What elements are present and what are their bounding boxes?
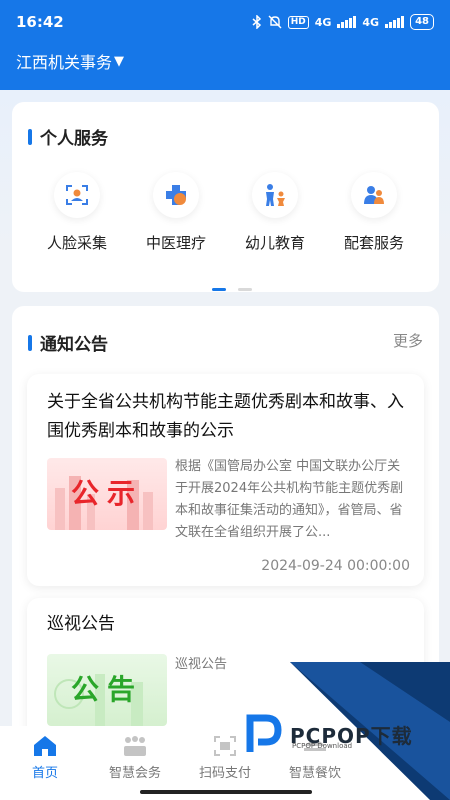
home-icon	[34, 736, 56, 756]
page-title: 江西机关事务	[16, 53, 113, 72]
service-label: 配套服务	[343, 234, 404, 252]
status-time: 16:42	[16, 13, 64, 31]
network-4g-2: 4G	[362, 15, 380, 29]
service-label: 幼儿教育	[244, 234, 305, 252]
more-link[interactable]: 更多	[393, 330, 423, 351]
service-label: 人脸采集	[46, 234, 107, 252]
tab-label: 智慧会务	[108, 766, 161, 781]
carousel-indicator[interactable]	[212, 288, 252, 291]
title-accent-bar	[28, 128, 32, 145]
face-scan-icon	[54, 172, 100, 218]
scan-icon	[214, 736, 236, 756]
section-title-text: 通知公告	[40, 335, 108, 355]
notice-title: 关于全省公共机构节能主题优秀剧本和故事、入围优秀剧本和故事的公示	[47, 392, 404, 441]
people-service-icon	[351, 172, 397, 218]
notice-title: 巡视公告	[47, 614, 115, 634]
meeting-icon	[124, 736, 146, 756]
mute-bell-icon	[268, 15, 282, 29]
notice-summary: 根据《国管局办公室 中国文联办公厅关于开展2024年公共机构节能主题优秀剧本和故…	[175, 459, 404, 540]
tab-label: 首页	[31, 766, 58, 781]
personal-services-card: 个人服务 人脸采集 中医理疗 幼儿教育 配套服务	[12, 102, 439, 292]
notice-item[interactable]: 关于全省公共机构节能主题优秀剧本和故事、入围优秀剧本和故事的公示 公示 根据《国…	[27, 374, 424, 586]
medical-cross-icon	[153, 172, 199, 218]
notice-date: 2024-09-24 00:00:00	[261, 558, 410, 574]
section-title-notices: 通知公告	[28, 330, 108, 355]
service-face-collection[interactable]: 人脸采集	[32, 172, 122, 253]
thumbnail-text: 公示	[70, 477, 143, 510]
status-icons: HD 4G 4G 48	[252, 14, 434, 30]
watermark-subtext: PCPOP Download	[292, 742, 353, 750]
org-selector[interactable]: 江西机关事务 ▼	[0, 44, 450, 78]
network-4g-1: 4G	[314, 15, 332, 29]
tab-meeting[interactable]: 智慧会务	[95, 734, 175, 781]
home-indicator[interactable]	[140, 790, 312, 794]
service-label: 中医理疗	[145, 234, 206, 252]
pcpop-logo-icon	[246, 714, 282, 752]
chevron-down-icon: ▼	[114, 53, 125, 69]
service-supporting[interactable]: 配套服务	[329, 172, 419, 253]
section-title-personal: 个人服务	[28, 124, 108, 149]
signal-icon	[337, 16, 357, 28]
notice-thumbnail: 公告	[47, 654, 167, 726]
carousel-dot	[238, 288, 252, 291]
signal-icon-2	[385, 16, 405, 28]
hd-badge: HD	[287, 15, 309, 29]
service-child-education[interactable]: 幼儿教育	[230, 172, 320, 253]
status-bar: 16:42 HD 4G 4G 48	[0, 0, 450, 44]
thumbnail-text: 公告	[70, 673, 143, 706]
carousel-dot-active	[212, 288, 226, 291]
battery-level: 48	[410, 14, 434, 30]
tab-home[interactable]: 首页	[5, 734, 85, 781]
child-parent-icon	[252, 172, 298, 218]
app-header: 16:42 HD 4G 4G 48 江西机关事务 ▼	[0, 0, 450, 90]
notice-thumbnail: 公示	[47, 458, 167, 530]
tab-label: 扫码支付	[198, 766, 251, 781]
title-accent-bar	[28, 334, 32, 351]
bluetooth-icon	[252, 15, 261, 29]
main-content[interactable]: 个人服务 人脸采集 中医理疗 幼儿教育 配套服务 通知公告 更多 关于全省公共机…	[0, 90, 450, 726]
service-tcm-therapy[interactable]: 中医理疗	[131, 172, 221, 253]
section-title-text: 个人服务	[40, 129, 108, 149]
